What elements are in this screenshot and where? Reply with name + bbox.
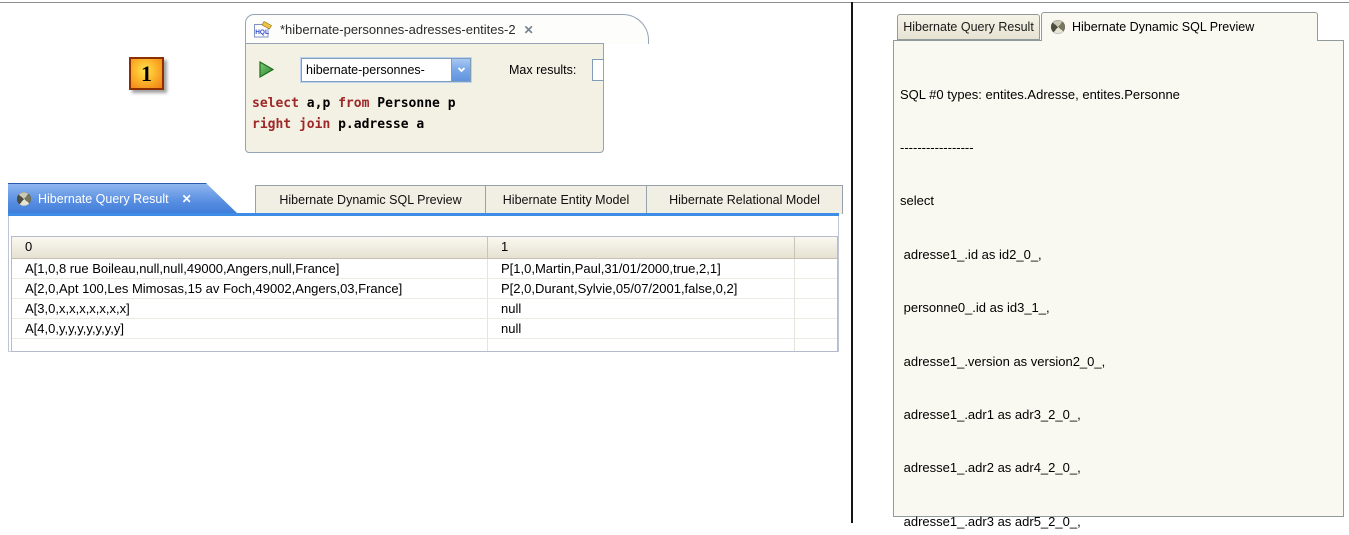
hql-file-icon: HQL <box>254 21 273 38</box>
sql-line: personne0_.id as id3_1_, <box>900 299 1340 317</box>
run-query-button[interactable] <box>258 60 276 79</box>
hql-editor: HQL *hibernate-personnes-adresses-entite… <box>245 14 650 154</box>
tab-hibernate-relational-model[interactable]: Hibernate Relational Model <box>646 185 843 214</box>
table-row-empty[interactable] <box>12 339 837 352</box>
close-icon[interactable]: ✕ <box>182 192 192 206</box>
tab-hibernate-query-result[interactable]: Hibernate Query Result ✕ <box>8 183 238 214</box>
cell-adresse[interactable]: A[2,0,Apt 100,Les Mimosas,15 av Foch,490… <box>12 279 488 298</box>
configuration-combo[interactable]: hibernate-personnes- <box>301 58 471 82</box>
svg-text:HQL: HQL <box>255 29 269 36</box>
chevron-down-icon[interactable] <box>451 59 470 81</box>
table-row[interactable]: A[1,0,8 rue Boileau,null,null,49000,Ange… <box>12 259 837 279</box>
sql-line: adresse1_.version as version2_0_, <box>900 353 1340 371</box>
max-results-input[interactable] <box>592 59 604 81</box>
cell-personne[interactable]: null <box>488 319 795 338</box>
hibernate-icon <box>17 192 31 206</box>
sql-line: adresse1_.id as id2_0_, <box>900 246 1340 264</box>
table-row[interactable]: A[4,0,y,y,y,y,y,y,y] null <box>12 319 837 339</box>
editor-body: hibernate-personnes- Max results: select… <box>245 43 604 153</box>
vertical-panel-divider <box>851 2 853 523</box>
tab-hibernate-dynamic-sql-preview-right[interactable]: Hibernate Dynamic SQL Preview <box>1041 12 1318 41</box>
annotation-marker-1: 1 <box>129 57 164 90</box>
generated-sql-text[interactable]: SQL #0 types: entites.Adresse, entites.P… <box>900 50 1340 535</box>
cell-personne[interactable]: P[2,0,Durant,Sylvie,05/07/2001,false,0,2… <box>488 279 795 298</box>
tab-hibernate-entity-model[interactable]: Hibernate Entity Model <box>485 185 647 214</box>
sql-line: adresse1_.adr3 as adr5_2_0_, <box>900 513 1340 531</box>
tab-row: Hibernate Dynamic SQL Preview Hibernate … <box>256 185 843 214</box>
table-header-row: 0 1 <box>12 237 837 259</box>
sql-line: SQL #0 types: entites.Adresse, entites.P… <box>900 86 1340 104</box>
editor-tab-title: *hibernate-personnes-adresses-entites-2 <box>280 22 516 37</box>
result-table: 0 1 A[1,0,8 rue Boileau,null,null,49000,… <box>11 236 838 352</box>
tab-label: Hibernate Query Result <box>38 192 169 206</box>
configuration-combo-value: hibernate-personnes- <box>302 59 451 81</box>
close-icon[interactable]: ✕ <box>524 23 534 37</box>
query-result-view: Hibernate Query Result ✕ Hibernate Dynam… <box>8 183 839 352</box>
sql-line: adresse1_.adr1 as adr3_2_0_, <box>900 406 1340 424</box>
table-row[interactable]: A[2,0,Apt 100,Les Mimosas,15 av Foch,490… <box>12 279 837 299</box>
column-header-1[interactable]: 1 <box>488 237 795 258</box>
max-results-label: Max results: <box>509 63 576 77</box>
tab-hibernate-query-result-right[interactable]: Hibernate Query Result <box>897 14 1040 40</box>
cell-personne[interactable]: null <box>488 299 795 318</box>
sql-line: adresse1_.adr2 as adr4_2_0_, <box>900 459 1340 477</box>
sql-line: select <box>900 192 1340 210</box>
screenshot-canvas: HQL *hibernate-personnes-adresses-entite… <box>0 0 1349 535</box>
tab-label: Hibernate Dynamic SQL Preview <box>1072 20 1254 34</box>
query-result-body: 0 1 A[1,0,8 rue Boileau,null,null,49000,… <box>8 216 839 352</box>
hibernate-icon <box>1051 20 1065 34</box>
hql-query-text[interactable]: select a,p from Personne p right join p.… <box>252 93 456 135</box>
cell-adresse[interactable]: A[3,0,x,x,x,x,x,x,x] <box>12 299 488 318</box>
editor-tab[interactable]: HQL *hibernate-personnes-adresses-entite… <box>245 14 649 44</box>
column-header-0[interactable]: 0 <box>12 237 488 258</box>
top-horizontal-rule <box>0 2 1349 3</box>
sql-line: ----------------- <box>900 139 1340 157</box>
tab-hibernate-dynamic-sql-preview[interactable]: Hibernate Dynamic SQL Preview <box>255 185 486 214</box>
cell-adresse[interactable]: A[4,0,y,y,y,y,y,y,y] <box>12 319 488 338</box>
cell-adresse[interactable]: A[1,0,8 rue Boileau,null,null,49000,Ange… <box>12 259 488 278</box>
column-header-empty <box>795 237 837 258</box>
cell-personne[interactable]: P[1,0,Martin,Paul,31/01/2000,true,2,1] <box>488 259 795 278</box>
table-row[interactable]: A[3,0,x,x,x,x,x,x,x] null <box>12 299 837 319</box>
